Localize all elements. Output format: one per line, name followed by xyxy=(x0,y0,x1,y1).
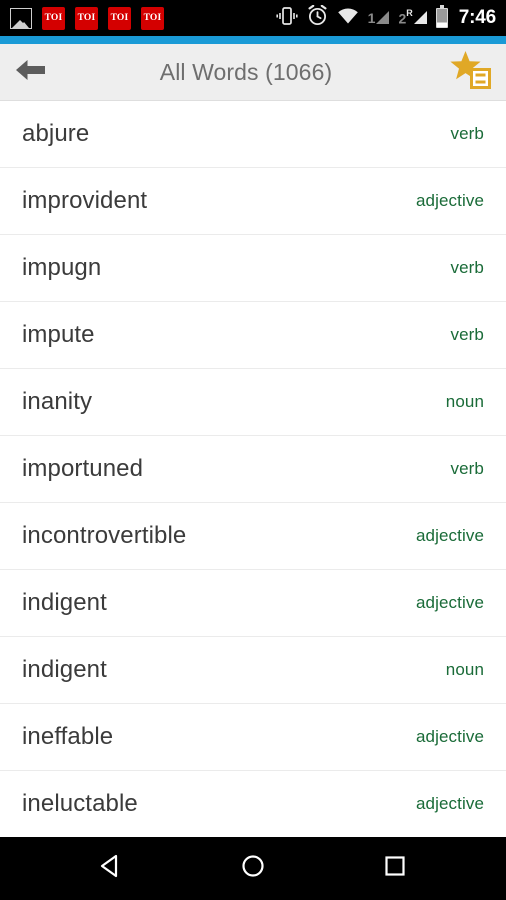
word-label: impute xyxy=(22,321,95,348)
vibrate-icon xyxy=(276,6,298,31)
part-of-speech-label: verb xyxy=(450,124,484,143)
word-label: indigent xyxy=(22,589,107,616)
list-item[interactable]: ineffable adjective xyxy=(0,704,506,771)
list-item[interactable]: indigent adjective xyxy=(0,570,506,637)
home-nav-icon xyxy=(238,851,268,886)
list-item[interactable]: improvident adjective xyxy=(0,168,506,235)
status-bar-clock: 7:46 xyxy=(458,7,496,28)
list-item[interactable]: impute verb xyxy=(0,302,506,369)
word-label: ineffable xyxy=(22,723,114,750)
sim2-signal-icon: 2R xyxy=(398,7,427,27)
word-label: improvident xyxy=(22,187,148,214)
toi-notification-icon: TOI xyxy=(108,6,131,30)
part-of-speech-label: adjective xyxy=(416,727,484,746)
app-bar: All Words (1066) xyxy=(0,44,506,101)
system-navigation-bar xyxy=(0,837,506,900)
toi-notification-icon: TOI xyxy=(75,6,98,30)
toi-notification-icon: TOI xyxy=(141,6,164,30)
part-of-speech-label: adjective xyxy=(416,191,484,210)
star-list-icon xyxy=(450,50,492,95)
back-nav-icon xyxy=(96,851,126,886)
nav-home-button[interactable] xyxy=(218,837,288,900)
word-label: abjure xyxy=(22,120,90,147)
alarm-icon xyxy=(307,4,328,31)
list-item[interactable]: impugn verb xyxy=(0,235,506,302)
part-of-speech-label: verb xyxy=(450,258,484,277)
word-list-button[interactable] xyxy=(440,44,506,101)
word-label: ineluctable xyxy=(22,790,138,817)
word-label: impugn xyxy=(22,254,102,281)
part-of-speech-label: verb xyxy=(450,325,484,344)
status-bar: TOI TOI TOI TOI 1 2R 7:46 xyxy=(0,0,506,36)
list-item[interactable]: indigent noun xyxy=(0,637,506,704)
part-of-speech-label: verb xyxy=(450,459,484,478)
sim1-label: 1 xyxy=(367,10,376,26)
phone-screen: TOI TOI TOI TOI 1 2R 7:46 All Words (106… xyxy=(0,0,506,900)
list-item[interactable]: importuned verb xyxy=(0,436,506,503)
word-list[interactable]: abjure verb improvident adjective impugn… xyxy=(0,101,506,837)
list-item[interactable]: abjure verb xyxy=(0,101,506,168)
wifi-icon xyxy=(337,7,359,30)
list-item[interactable]: ineluctable adjective xyxy=(0,771,506,837)
roaming-indicator: R xyxy=(406,7,413,18)
sim1-signal-icon: 1 xyxy=(368,11,390,25)
gallery-icon xyxy=(10,7,32,29)
accent-bar xyxy=(0,36,506,44)
nav-recents-button[interactable] xyxy=(360,837,430,900)
back-arrow-icon xyxy=(14,57,48,88)
sim2-bars-icon xyxy=(413,11,427,25)
list-item[interactable]: incontrovertible adjective xyxy=(0,503,506,570)
word-label: indigent xyxy=(22,656,107,683)
part-of-speech-label: adjective xyxy=(416,794,484,813)
page-title: All Words (1066) xyxy=(159,58,333,85)
word-label: inanity xyxy=(22,388,93,415)
list-item[interactable]: inanity noun xyxy=(0,369,506,436)
sim2-label: 2R xyxy=(398,7,413,27)
part-of-speech-label: noun xyxy=(445,660,484,679)
status-bar-notifications: TOI TOI TOI TOI xyxy=(10,6,164,30)
sim1-bars-icon xyxy=(376,11,390,24)
word-label: incontrovertible xyxy=(22,522,187,549)
recents-nav-icon xyxy=(380,851,410,886)
part-of-speech-label: adjective xyxy=(416,593,484,612)
status-bar-system-icons: 1 2R 7:46 xyxy=(276,4,498,31)
battery-icon xyxy=(435,5,448,28)
nav-back-button[interactable] xyxy=(76,837,146,900)
part-of-speech-label: noun xyxy=(445,392,484,411)
toi-notification-icon: TOI xyxy=(42,6,65,30)
word-label: importuned xyxy=(22,455,144,482)
part-of-speech-label: adjective xyxy=(416,526,484,545)
